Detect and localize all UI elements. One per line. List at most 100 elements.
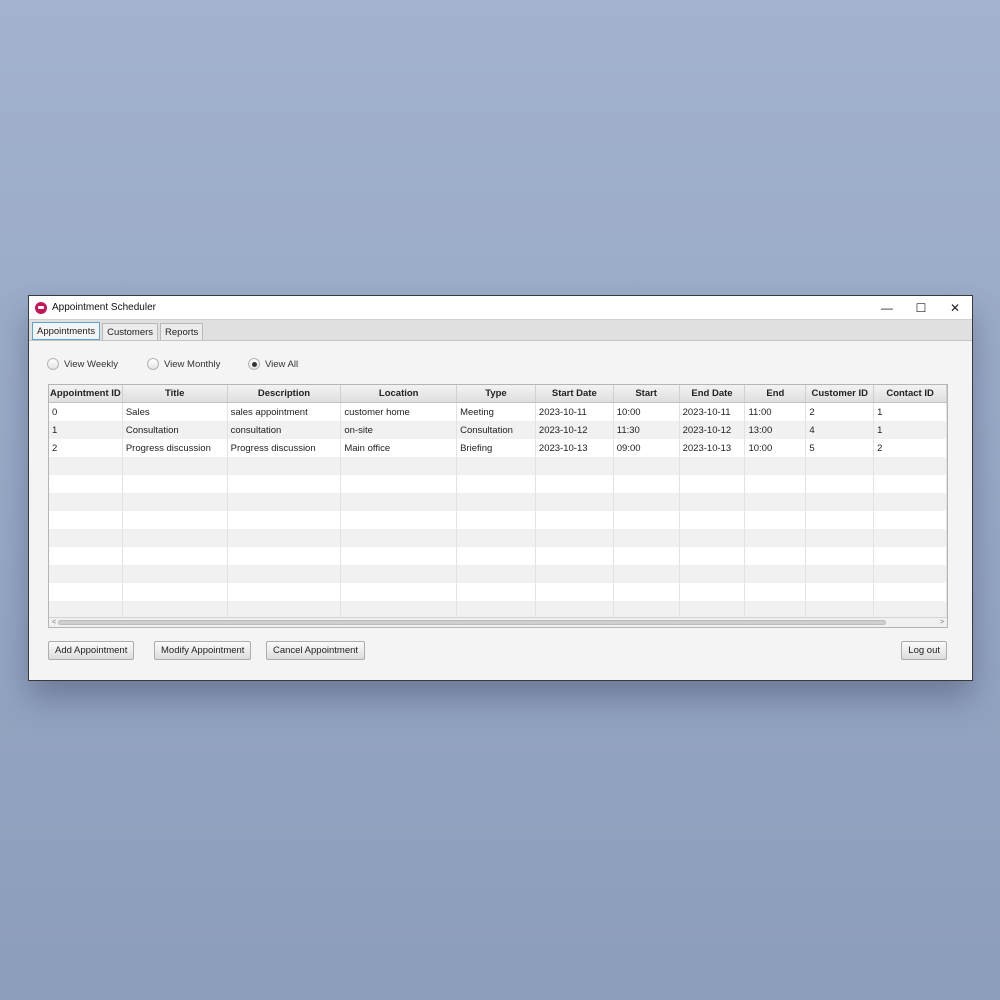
view-weekly-radio[interactable]: View Weekly	[47, 358, 147, 370]
table-cell: Sales	[123, 403, 228, 421]
empty-cell	[228, 565, 342, 583]
empty-cell	[614, 583, 680, 601]
table-row[interactable]: 0 Sales sales appointment customer home Meet…	[49, 403, 947, 421]
scrollbar-thumb[interactable]	[58, 620, 886, 625]
column-header[interactable]: End	[745, 385, 807, 402]
column-header[interactable]: Appointment ID	[49, 385, 123, 402]
empty-cell	[123, 511, 228, 529]
empty-cell	[745, 583, 807, 601]
empty-cell	[806, 547, 875, 565]
empty-cell	[536, 547, 614, 565]
empty-table-row	[49, 475, 947, 493]
empty-cell	[806, 457, 875, 475]
appointments-table[interactable]: Appointment ID Title Description Location Ty…	[48, 384, 948, 628]
empty-cell	[874, 493, 947, 511]
empty-cell	[680, 457, 746, 475]
empty-cell	[806, 511, 875, 529]
tab-appointments[interactable]: Appointments	[32, 322, 101, 340]
table-cell: 1	[874, 403, 947, 421]
empty-table-row	[49, 583, 947, 601]
empty-cell	[341, 457, 458, 475]
column-header[interactable]: Title	[123, 385, 228, 402]
empty-cell	[614, 493, 680, 511]
tab-reports[interactable]: Reports	[160, 323, 204, 340]
table-cell: 5	[806, 439, 875, 457]
close-icon[interactable]: ✕	[938, 296, 972, 319]
column-header[interactable]: Start	[614, 385, 680, 402]
modify-appointment-button[interactable]: Modify Appointment	[154, 641, 252, 660]
minimize-icon[interactable]: —	[870, 296, 904, 319]
table-cell: 2023-10-11	[536, 403, 614, 421]
table-cell: Consultation	[457, 421, 536, 439]
column-header[interactable]: Start Date	[536, 385, 614, 402]
empty-cell	[228, 529, 342, 547]
column-header[interactable]: Location	[341, 385, 458, 402]
title-bar: Appointment Scheduler — ☐ ✕	[29, 296, 972, 319]
empty-cell	[745, 457, 807, 475]
empty-cell	[457, 475, 536, 493]
table-cell: 2	[874, 439, 947, 457]
empty-cell	[341, 547, 458, 565]
column-header[interactable]: Description	[228, 385, 342, 402]
table-cell: 11:30	[614, 421, 680, 439]
radio-selected-icon	[248, 358, 260, 370]
view-monthly-radio[interactable]: View Monthly	[147, 358, 248, 370]
empty-cell	[874, 457, 947, 475]
empty-cell	[49, 457, 123, 475]
scroll-right-icon[interactable]: >	[937, 618, 947, 627]
tab-bar: Appointments Customers Reports	[29, 319, 972, 341]
empty-cell	[123, 493, 228, 511]
maximize-icon[interactable]: ☐	[904, 296, 938, 319]
empty-cell	[745, 529, 807, 547]
table-row[interactable]: 1 Consultation consultation on-site Consulta…	[49, 421, 947, 439]
empty-cell	[228, 493, 342, 511]
empty-cell	[536, 529, 614, 547]
empty-table-row	[49, 529, 947, 547]
column-header[interactable]: Contact ID	[874, 385, 947, 402]
cancel-appointment-button[interactable]: Cancel Appointment	[266, 641, 366, 660]
empty-cell	[680, 565, 746, 583]
column-header[interactable]: End Date	[680, 385, 746, 402]
column-header[interactable]: Customer ID	[806, 385, 875, 402]
empty-cell	[874, 475, 947, 493]
radio-unselected-icon	[47, 358, 59, 370]
table-cell: 2	[806, 403, 875, 421]
empty-cell	[123, 565, 228, 583]
empty-cell	[614, 475, 680, 493]
horizontal-scrollbar[interactable]: < >	[49, 617, 947, 627]
empty-cell	[457, 493, 536, 511]
table-row[interactable]: 2 Progress discussion Progress discussion M…	[49, 439, 947, 457]
tab-customers[interactable]: Customers	[102, 323, 159, 340]
empty-cell	[457, 511, 536, 529]
logout-button[interactable]: Log out	[901, 641, 947, 660]
view-all-label: View All	[265, 358, 299, 370]
table-header: Appointment ID Title Description Location Ty…	[49, 385, 947, 403]
empty-cell	[680, 529, 746, 547]
empty-cell	[806, 529, 875, 547]
empty-cell	[123, 475, 228, 493]
view-all-radio[interactable]: View All	[248, 358, 298, 370]
table-cell: 13:00	[745, 421, 807, 439]
table-cell: Progress discussion	[123, 439, 228, 457]
empty-cell	[680, 511, 746, 529]
empty-table-row	[49, 511, 947, 529]
empty-cell	[536, 493, 614, 511]
empty-cell	[874, 583, 947, 601]
action-bar: Add Appointment Modify Appointment Cance…	[48, 641, 947, 660]
add-appointment-button[interactable]: Add Appointment	[48, 641, 135, 660]
view-monthly-label: View Monthly	[164, 358, 221, 370]
column-header[interactable]: Type	[457, 385, 536, 402]
table-cell: Briefing	[457, 439, 536, 457]
empty-cell	[680, 475, 746, 493]
table-cell: 2023-10-13	[680, 439, 746, 457]
table-body: 0 Sales sales appointment customer home Meet…	[49, 403, 947, 619]
table-cell: 4	[806, 421, 875, 439]
table-cell: on-site	[341, 421, 458, 439]
table-cell: Meeting	[457, 403, 536, 421]
empty-cell	[49, 529, 123, 547]
table-cell: Main office	[341, 439, 458, 457]
empty-cell	[806, 493, 875, 511]
empty-cell	[745, 547, 807, 565]
empty-cell	[123, 583, 228, 601]
empty-cell	[123, 547, 228, 565]
